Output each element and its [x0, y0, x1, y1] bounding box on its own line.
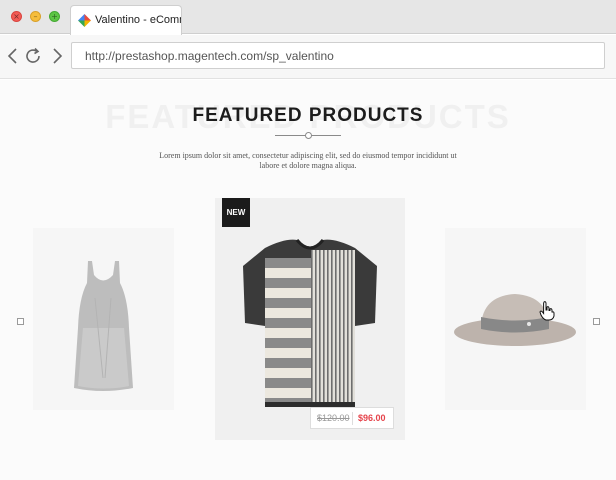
price-box: $120.00 $96.00	[310, 407, 394, 429]
section-description: Lorem ipsum dolor sit amet, consectetur …	[159, 151, 457, 170]
carousel-prev-button[interactable]	[17, 318, 24, 325]
reload-icon[interactable]	[25, 44, 43, 68]
old-price: $120.00	[317, 413, 350, 423]
minimize-icon[interactable]: –	[30, 11, 41, 22]
browser-toolbar: http://prestashop.magentech.com/sp_valen…	[0, 35, 616, 79]
product-card-tshirt[interactable]	[215, 198, 405, 440]
tab-title: Valentino - eCommerce	[95, 14, 181, 26]
browser-titlebar: × – + Valentino - eCommerce	[0, 0, 616, 35]
browser-tab[interactable]: Valentino - eCommerce	[70, 5, 182, 35]
hat-image	[454, 294, 576, 346]
product-card-dress[interactable]	[33, 228, 174, 410]
price-separator	[352, 412, 353, 425]
url-text[interactable]: http://prestashop.magentech.com/sp_valen…	[85, 49, 334, 63]
maximize-icon[interactable]: +	[49, 11, 60, 22]
product-card-hat[interactable]	[445, 228, 586, 410]
title-divider-dot	[305, 132, 312, 139]
new-badge: NEW	[222, 198, 250, 227]
dress-image	[74, 261, 133, 391]
favicon-icon	[78, 14, 91, 27]
forward-arrow-icon[interactable]	[48, 44, 66, 68]
hand-cursor-icon	[539, 301, 555, 321]
close-icon[interactable]: ×	[11, 11, 22, 22]
current-price: $96.00	[358, 413, 386, 423]
tshirt-image	[243, 239, 377, 407]
section-title: FEATURED PRODUCTS	[192, 105, 424, 126]
address-bar[interactable]: http://prestashop.magentech.com/sp_valen…	[71, 42, 605, 69]
page-content: FEATURED PRODUCTS FEATURED PRODUCTS Lore…	[0, 80, 616, 480]
back-arrow-icon[interactable]	[4, 44, 22, 68]
carousel-next-button[interactable]	[593, 318, 600, 325]
